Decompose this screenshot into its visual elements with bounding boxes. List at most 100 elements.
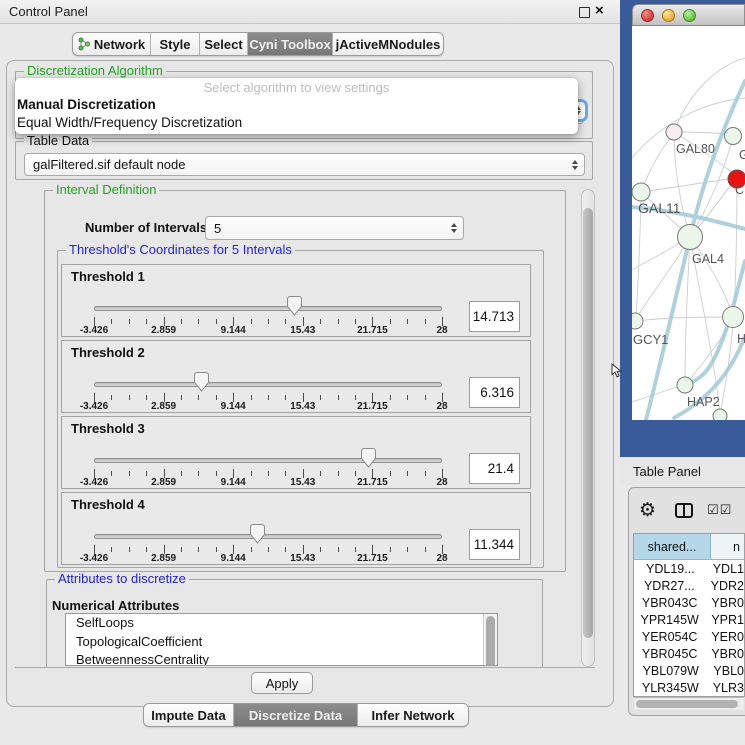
slider-thumb[interactable] (194, 372, 209, 397)
tick-mark (338, 471, 339, 476)
node-hap2[interactable] (677, 377, 693, 393)
gear-icon[interactable]: ⚙ (639, 499, 656, 522)
node-gal11[interactable] (632, 183, 650, 201)
node-attribute-table[interactable]: shared... n YDL19...YDL1YDR27...YDR2YBR0… (633, 533, 745, 697)
threshold-row: Threshold 4-3.4262.8599.14415.4321.71528… (61, 492, 531, 565)
slider-track[interactable] (94, 458, 442, 463)
tab-impute-data[interactable]: Impute Data (144, 704, 234, 726)
tick-mark (407, 319, 408, 324)
table-row[interactable]: YBR045CYBR0 (634, 645, 744, 662)
threshold-row: Threshold 3-3.4262.8599.14415.4321.71528… (61, 416, 531, 489)
tick-label: 2.859 (134, 401, 194, 412)
threshold-value-field[interactable]: 11.344 (469, 529, 520, 560)
tab-select[interactable]: Select (200, 33, 248, 55)
top-tab-bar: NetworkStyleSelectCyni ToolboxjActiveMNo… (72, 32, 444, 56)
tick-mark (146, 395, 147, 400)
slider-thumb[interactable] (361, 448, 376, 473)
table-header: shared... n (634, 534, 744, 560)
tab-label: Impute Data (151, 708, 225, 723)
vertical-scrollbar[interactable] (581, 189, 595, 667)
tab-label: jActiveMNodules (336, 37, 441, 52)
tick-mark (111, 319, 112, 324)
column-header-shared-name[interactable]: shared... (634, 534, 711, 559)
tick-mark (251, 395, 252, 400)
tick-mark (268, 395, 269, 400)
cell-shared-name: YBR045C (634, 647, 705, 661)
table-row[interactable]: YBR043CYBR0 (634, 594, 744, 611)
number-of-intervals-combobox[interactable]: 5 (205, 216, 464, 240)
tick-label: 9.144 (203, 477, 263, 488)
table-horizontal-scrollbar[interactable] (634, 697, 744, 710)
tick-mark (285, 395, 286, 400)
table-row[interactable]: YDL19...YDL1 (634, 560, 744, 577)
tick-mark (146, 471, 147, 476)
column-header-name[interactable]: n (711, 534, 744, 559)
slider-track[interactable] (94, 306, 442, 311)
node-partial-bottom[interactable] (713, 409, 727, 420)
screen: Control Panel × NetworkStyleSelectCyni T… (0, 0, 745, 745)
network-icon (78, 37, 90, 51)
table-row[interactable]: YPR145WYPR1 (634, 611, 744, 628)
node-label: C (735, 183, 744, 197)
tab-network[interactable]: Network (73, 33, 151, 55)
tab-cyni-toolbox[interactable]: Cyni Toolbox (248, 33, 333, 55)
node-gal4[interactable] (678, 225, 703, 250)
menu-item-equal-width-frequency-discretization[interactable]: Equal Width/Frequency Discretization (15, 114, 578, 132)
attribute-item-topologicalcoefficient[interactable]: TopologicalCoefficient (66, 633, 497, 652)
node-h[interactable] (723, 307, 744, 328)
threshold-label: Threshold 1 (71, 269, 145, 284)
scrollbar-thumb[interactable] (583, 208, 593, 638)
table-data-combobox[interactable]: galFiltered.sif default node (24, 153, 585, 176)
cell-name: YBL0 (707, 664, 744, 678)
network-window-titlebar (632, 4, 745, 26)
node-gcy1[interactable] (632, 313, 643, 329)
columns-icon[interactable] (675, 503, 693, 518)
checkbox-icons[interactable]: ☑☑ (707, 502, 732, 518)
node-gal80[interactable] (666, 124, 682, 140)
cell-name: YER0 (705, 630, 744, 644)
window-minimize-button[interactable] (662, 9, 675, 22)
group-label: Table Data (24, 134, 92, 148)
tick-mark (198, 471, 199, 476)
attribute-item-selfloops[interactable]: SelfLoops (66, 614, 497, 633)
window-close-button[interactable] (641, 9, 654, 22)
tick-mark (285, 547, 286, 552)
threshold-value-field[interactable]: 14.713 (469, 301, 520, 332)
threshold-value-field[interactable]: 6.316 (469, 377, 520, 408)
table-row[interactable]: YLR345WYLR3 (634, 679, 744, 696)
tab-jactivemnodules[interactable]: jActiveMNodules (333, 33, 443, 55)
node-label: GAL11 (638, 200, 681, 216)
float-window-icon[interactable] (579, 7, 590, 18)
close-icon[interactable]: × (595, 2, 604, 19)
panel-title: Control Panel (9, 4, 88, 19)
threshold-value-field[interactable]: 21.4 (469, 453, 520, 484)
attribute-item-betweennesscentrality[interactable]: BetweennessCentrality (66, 651, 497, 666)
slider-track[interactable] (94, 382, 442, 387)
numerical-attributes-list[interactable]: SelfLoopsTopologicalCoefficientBetweenne… (65, 613, 498, 666)
tab-infer-network[interactable]: Infer Network (358, 704, 468, 726)
thresholds-group: Threshold's Coordinates for 5 Intervals … (57, 250, 544, 568)
tick-mark (198, 319, 199, 324)
network-canvas[interactable]: GAL80 GA C GAL11 GAL4 GCY1 H HAP2 (632, 26, 745, 420)
slider-thumb[interactable] (287, 296, 302, 321)
cell-shared-name: YPR145W (634, 613, 705, 627)
table-row[interactable]: YER054CYER0 (634, 628, 744, 645)
slider-track[interactable] (94, 534, 442, 539)
apply-button[interactable]: Apply (251, 672, 313, 694)
tick-mark (338, 547, 339, 552)
tab-discretize-data[interactable]: Discretize Data (234, 704, 358, 726)
tab-style[interactable]: Style (151, 33, 200, 55)
slider-thumb[interactable] (250, 524, 265, 549)
tick-label: 2.859 (134, 325, 194, 336)
table-row[interactable]: YDR27...YDR2 (634, 577, 744, 594)
tick-mark (111, 471, 112, 476)
list-scrollbar[interactable] (483, 614, 497, 665)
menu-item-manual-discretization[interactable]: Manual Discretization (15, 96, 578, 114)
table-row[interactable]: YBL079WYBL0 (634, 662, 744, 679)
node-partial-top-right[interactable] (725, 128, 742, 145)
tick-label: 15.43 (273, 477, 333, 488)
tick-mark (129, 319, 130, 324)
numerical-attributes-heading: Numerical Attributes (52, 598, 179, 613)
tick-mark (198, 547, 199, 552)
window-zoom-button[interactable] (683, 9, 696, 22)
